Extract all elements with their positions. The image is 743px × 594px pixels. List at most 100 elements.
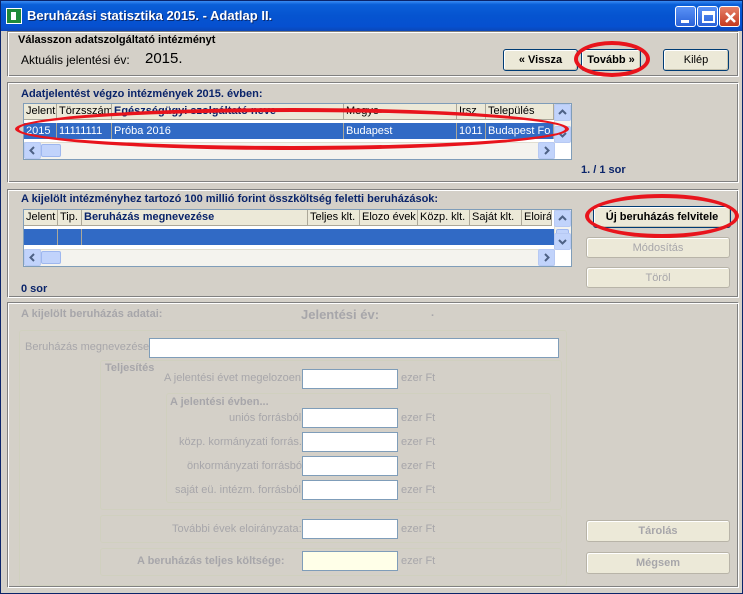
selection-prompt: Válasszon adatszolgáltató intézményt	[18, 34, 216, 46]
title-bar: Beruházási statisztika 2015. - Adatlap I…	[1, 1, 742, 31]
app-icon	[6, 8, 22, 24]
future-input[interactable]	[302, 519, 398, 539]
investment-name-label: Beruházás megnevezése:	[25, 341, 153, 353]
eu-input[interactable]	[302, 408, 398, 428]
investments-panel: A kijelölt intézményhez tartozó 100 mill…	[8, 190, 739, 298]
close-icon	[725, 12, 736, 23]
total-cost-input[interactable]	[302, 551, 398, 571]
col-prior-years[interactable]: Elozo évek	[360, 210, 418, 226]
institutions-hscroll[interactable]	[24, 142, 555, 159]
investments-count: 0 sor	[21, 283, 48, 295]
cell-jelent: 2015	[24, 123, 57, 139]
window-title: Beruházási statisztika 2015. - Adatlap I…	[27, 8, 273, 23]
col-own-cost[interactable]: Saját klt.	[470, 210, 522, 226]
own-label: saját eü. intézm. forrásból:	[175, 484, 305, 496]
chevron-left-icon	[29, 253, 35, 262]
unit-label: ezer Ft	[401, 460, 436, 472]
next-button[interactable]: Tovább »	[581, 49, 641, 71]
investment-name-input[interactable]	[149, 338, 559, 358]
col-torzsszam[interactable]: Törzsszám	[57, 104, 112, 120]
local-input[interactable]	[302, 456, 398, 476]
investments-vscroll[interactable]	[554, 210, 571, 250]
central-label: közp. kormányzati forrás.:	[179, 436, 305, 448]
col-irsz[interactable]: Irsz	[457, 104, 486, 120]
scroll-thumb[interactable]	[41, 144, 61, 157]
institutions-count: 1. / 1 sor	[581, 164, 626, 176]
table-row[interactable]	[24, 229, 555, 245]
scroll-up-button[interactable]	[554, 210, 571, 227]
col-planned[interactable]: Eloirá	[522, 210, 552, 226]
institutions-header: Jelent Törzsszám Egészségügyi szolgáltat…	[24, 104, 554, 120]
cell-torzsszam: 11111111	[57, 123, 112, 139]
scroll-left-button[interactable]	[24, 142, 41, 159]
scroll-left-button[interactable]	[24, 249, 41, 266]
cell-megye: Budapest	[344, 123, 457, 139]
institutions-table[interactable]: Jelent Törzsszám Egészségügyi szolgáltat…	[23, 103, 572, 160]
details-year-value: .	[431, 307, 435, 319]
future-label: További évek eloirányzata:	[172, 523, 302, 535]
institutions-title: Adatjelentést végzo intézmények 2015. év…	[21, 88, 263, 100]
back-button[interactable]: « Vissza	[503, 49, 578, 71]
col-jelent[interactable]: Jelent	[24, 104, 57, 120]
in-year-label: A jelentési évben...	[170, 396, 269, 408]
unit-label: ezer Ft	[401, 484, 436, 496]
unit-label: ezer Ft	[401, 523, 436, 535]
prior-input[interactable]	[302, 369, 398, 389]
investments-hscroll[interactable]	[24, 249, 555, 266]
app-window: Beruházási statisztika 2015. - Adatlap I…	[0, 0, 743, 594]
investments-header: Jelent Tip. Beruházás megnevezése Teljes…	[24, 210, 552, 226]
scroll-down-button[interactable]	[554, 233, 571, 250]
year-value: 2015.	[145, 50, 183, 67]
eu-label: uniós forrásból:	[229, 412, 305, 424]
minimize-icon	[681, 20, 689, 23]
investments-title: A kijelölt intézményhez tartozó 100 mill…	[21, 193, 439, 205]
chevron-left-icon	[29, 146, 35, 155]
chevron-right-icon	[544, 146, 550, 155]
unit-label: ezer Ft	[401, 412, 436, 424]
institutions-panel: Adatjelentést végzo intézmények 2015. év…	[8, 83, 739, 183]
cancel-button[interactable]: Mégsem	[586, 552, 730, 574]
new-investment-button[interactable]: Új beruházás felvitele	[593, 206, 731, 228]
chevron-up-icon	[558, 215, 567, 221]
minimize-button[interactable]	[675, 6, 696, 27]
col-jelent[interactable]: Jelent	[24, 210, 58, 226]
chevron-down-icon	[558, 132, 567, 138]
maximize-icon	[702, 11, 715, 23]
scroll-right-button[interactable]	[538, 142, 555, 159]
col-central-cost[interactable]: Közp. klt.	[418, 210, 470, 226]
scroll-right-button[interactable]	[538, 249, 555, 266]
selection-panel: Válasszon adatszolgáltató intézményt Akt…	[8, 32, 739, 77]
cell-telepules: Budapest Fo	[486, 123, 554, 139]
chevron-down-icon	[558, 239, 567, 245]
col-tip[interactable]: Tip.	[58, 210, 82, 226]
unit-label: ezer Ft	[401, 372, 436, 384]
scroll-thumb[interactable]	[41, 251, 61, 264]
col-total-cost[interactable]: Teljes klt.	[308, 210, 360, 226]
unit-label: ezer Ft	[401, 436, 436, 448]
col-investment-name[interactable]: Beruházás megnevezése	[82, 210, 308, 226]
col-telepules[interactable]: Település	[486, 104, 554, 120]
col-name[interactable]: Egészségügyi szolgáltató neve	[112, 104, 344, 120]
unit-label: ezer Ft	[401, 555, 436, 567]
institutions-vscroll[interactable]	[554, 104, 571, 143]
own-input[interactable]	[302, 480, 398, 500]
cell-name: Próba 2016	[112, 123, 344, 139]
details-title: A kijelölt beruházás adatai:	[21, 308, 163, 320]
chevron-up-icon	[558, 109, 567, 115]
local-label: önkormányzati forrásból:	[187, 460, 308, 472]
scroll-up-button[interactable]	[554, 104, 571, 121]
scroll-down-button[interactable]	[554, 126, 571, 143]
table-row[interactable]: 2015 11111111 Próba 2016 Budapest 1011 B…	[24, 123, 554, 139]
save-button[interactable]: Tárolás	[586, 520, 730, 542]
chevron-right-icon	[544, 253, 550, 262]
exit-button[interactable]: Kilép	[663, 49, 729, 71]
investments-table[interactable]: Jelent Tip. Beruházás megnevezése Teljes…	[23, 209, 572, 267]
col-megye[interactable]: Megye	[344, 104, 457, 120]
details-panel: A kijelölt beruházás adatai: Jelentési é…	[8, 303, 739, 588]
delete-button[interactable]: Töröl	[586, 267, 730, 288]
close-button[interactable]	[719, 6, 740, 27]
modify-button[interactable]: Módosítás	[586, 237, 730, 258]
maximize-button[interactable]	[697, 6, 718, 27]
central-input[interactable]	[302, 432, 398, 452]
cell-irsz: 1011	[457, 123, 486, 139]
